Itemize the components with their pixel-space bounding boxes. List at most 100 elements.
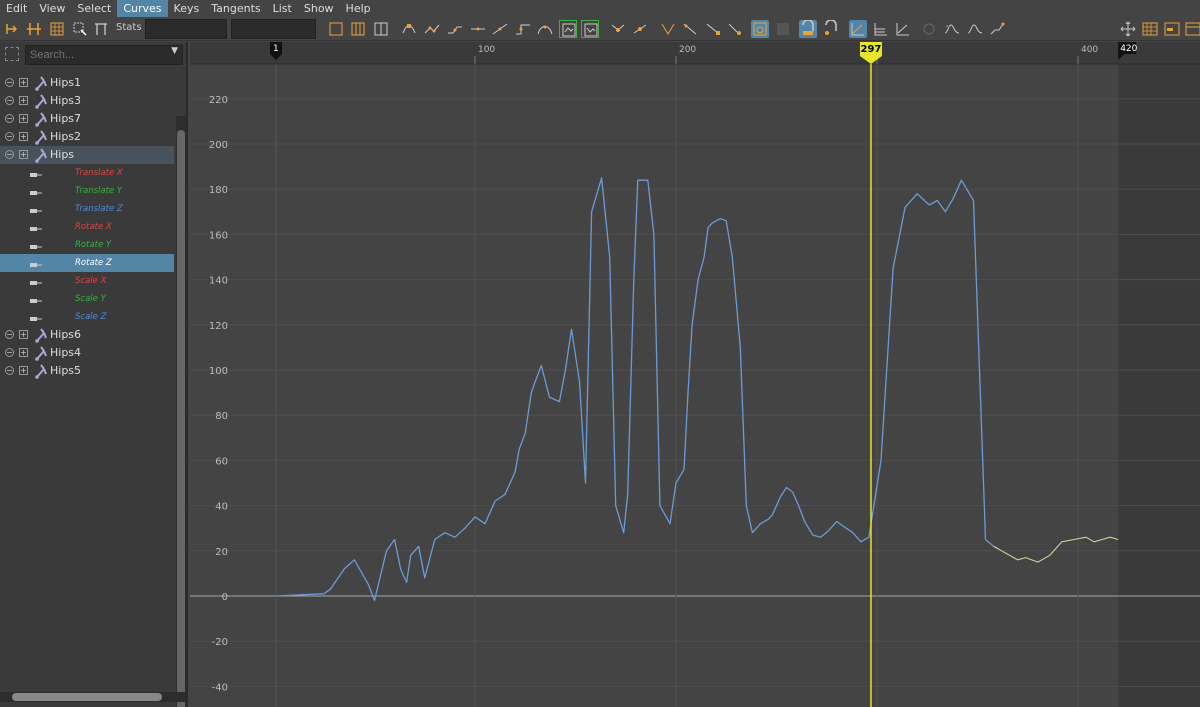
- clamped-tangent-icon[interactable]: [446, 20, 464, 38]
- channel-item-scale-z[interactable]: Scale Z: [0, 308, 174, 326]
- channel-item-rotate-y[interactable]: Rotate Y: [0, 236, 174, 254]
- collapse-icon[interactable]: −: [5, 114, 14, 123]
- time-editor-icon[interactable]: [1184, 20, 1200, 38]
- insert-key-icon[interactable]: [25, 20, 43, 38]
- outliner-item-hips1[interactable]: − + Hips1: [0, 74, 174, 92]
- swap-buffer-curves-icon[interactable]: [581, 20, 599, 38]
- menu-edit[interactable]: Edit: [0, 0, 33, 17]
- frame-playback-range-icon[interactable]: [372, 20, 390, 38]
- region-tool-icon[interactable]: [71, 20, 89, 38]
- channel-icon: [30, 295, 42, 303]
- unify-tangents-icon[interactable]: [631, 20, 649, 38]
- lattice-deform-icon[interactable]: [48, 20, 66, 38]
- curve-graph[interactable]: 220200180160140120100806040200-20-40100 2…: [190, 42, 1200, 707]
- flat-tangent-icon[interactable]: [491, 20, 509, 38]
- vertical-scroll-thumb[interactable]: [177, 130, 185, 707]
- post-infinity-cycle-offset-icon[interactable]: [989, 20, 1007, 38]
- collapse-icon[interactable]: −: [5, 96, 14, 105]
- stats-value-field[interactable]: [231, 19, 316, 39]
- outliner-item-hips3[interactable]: − + Hips3: [0, 92, 174, 110]
- move-view-icon[interactable]: [1119, 20, 1137, 38]
- collapse-icon[interactable]: −: [5, 348, 14, 357]
- menu-help[interactable]: Help: [340, 0, 377, 17]
- plateau-tangent-icon[interactable]: [536, 20, 554, 38]
- filter-icon[interactable]: [5, 47, 19, 61]
- expand-icon[interactable]: +: [19, 78, 28, 87]
- spline-tangent-icon[interactable]: [423, 20, 441, 38]
- frame-all-icon[interactable]: [327, 20, 345, 38]
- y-tick-label: 100: [209, 366, 228, 377]
- buffer-curve-snapshot-icon[interactable]: [559, 20, 577, 38]
- expand-icon[interactable]: +: [19, 132, 28, 141]
- expand-icon[interactable]: +: [19, 366, 28, 375]
- outliner-item-hips5[interactable]: − + Hips5: [0, 362, 174, 380]
- expand-icon[interactable]: +: [19, 348, 28, 357]
- outliner-item-hips7[interactable]: − + Hips7: [0, 110, 174, 128]
- channel-item-translate-x[interactable]: Translate X: [0, 164, 174, 182]
- search-input[interactable]: [25, 45, 183, 65]
- y-tick-label: 200: [209, 140, 228, 151]
- collapse-icon[interactable]: −: [5, 330, 14, 339]
- stats-time-field[interactable]: [145, 19, 227, 39]
- frame-selection-icon[interactable]: [349, 20, 367, 38]
- out-of-range-area: [1118, 64, 1200, 707]
- retime-tool-icon[interactable]: [92, 20, 110, 38]
- post-infinity-cycle-icon[interactable]: [966, 20, 984, 38]
- expand-icon[interactable]: +: [19, 114, 28, 123]
- lock-tangent-weight-icon[interactable]: [681, 20, 699, 38]
- pre-infinity-cycle-offset-icon[interactable]: [943, 20, 961, 38]
- free-tangent-weight-icon[interactable]: [659, 20, 677, 38]
- outliner-item-hips6[interactable]: − + Hips6: [0, 326, 174, 344]
- collapse-icon[interactable]: −: [5, 132, 14, 141]
- horizontal-scroll-thumb[interactable]: [12, 693, 162, 701]
- menu-view[interactable]: View: [33, 0, 71, 17]
- expand-icon[interactable]: +: [19, 330, 28, 339]
- channel-item-translate-y[interactable]: Translate Y: [0, 182, 174, 200]
- dope-sheet-icon[interactable]: [1141, 20, 1159, 38]
- menu-keys[interactable]: Keys: [168, 0, 206, 17]
- y-tick-label: -40: [212, 682, 228, 693]
- collapse-icon[interactable]: −: [5, 366, 14, 375]
- menu-curves[interactable]: Curves: [117, 0, 168, 17]
- outliner-item-label: Hips2: [50, 130, 82, 143]
- collapse-icon[interactable]: −: [5, 150, 14, 159]
- channel-item-rotate-z[interactable]: Rotate Z: [0, 254, 174, 272]
- outliner-item-hips2[interactable]: − + Hips2: [0, 128, 174, 146]
- denormalize-curves-icon[interactable]: [872, 20, 890, 38]
- weighted-tangents-icon[interactable]: [726, 20, 744, 38]
- joint-icon: [34, 111, 48, 127]
- outliner-item-hips4[interactable]: − + Hips4: [0, 344, 174, 362]
- expand-icon[interactable]: +: [19, 150, 28, 159]
- graph-view[interactable]: 220 200 180 160 140 120 100 80 60 40 20 0 -20 -40 100 2…: [190, 42, 1200, 707]
- normalize-curves-icon[interactable]: [849, 20, 867, 38]
- step-tangent-icon[interactable]: [514, 20, 532, 38]
- channel-item-scale-y[interactable]: Scale Y: [0, 290, 174, 308]
- menu-select[interactable]: Select: [71, 0, 117, 17]
- channel-item-translate-z[interactable]: Translate Z: [0, 200, 174, 218]
- stacked-curves-icon[interactable]: [894, 20, 912, 38]
- end-frame-label: 420: [1120, 44, 1137, 54]
- load-selected-objects-icon[interactable]: [774, 20, 792, 38]
- menu-tangents[interactable]: Tangents: [205, 0, 266, 17]
- channel-item-rotate-x[interactable]: Rotate X: [0, 218, 174, 236]
- linear-tangent-icon[interactable]: [469, 20, 487, 38]
- search-options-dropdown-icon[interactable]: ▼: [171, 46, 178, 56]
- auto-tangent-icon[interactable]: [400, 20, 418, 38]
- channel-item-scale-x[interactable]: Scale X: [0, 272, 174, 290]
- non-weighted-tangents-icon[interactable]: [704, 20, 722, 38]
- collapse-icon[interactable]: −: [5, 78, 14, 87]
- break-tangents-icon[interactable]: [609, 20, 627, 38]
- menu-list[interactable]: List: [267, 0, 298, 17]
- menu-show[interactable]: Show: [298, 0, 340, 17]
- outliner-item-hips[interactable]: − + Hips: [0, 146, 174, 164]
- y-tick-label: -20: [212, 637, 228, 648]
- auto-load-graph-editor-icon[interactable]: [751, 20, 769, 38]
- channel-icon: [30, 259, 42, 267]
- expand-icon[interactable]: +: [19, 96, 28, 105]
- trax-editor-icon[interactable]: [1163, 20, 1181, 38]
- pre-infinity-cycle-icon[interactable]: [920, 20, 938, 38]
- move-nearest-key-icon[interactable]: [3, 20, 21, 38]
- value-snap-icon[interactable]: [822, 19, 840, 38]
- time-snap-icon[interactable]: [799, 19, 817, 38]
- channel-label: Translate Y: [75, 186, 123, 196]
